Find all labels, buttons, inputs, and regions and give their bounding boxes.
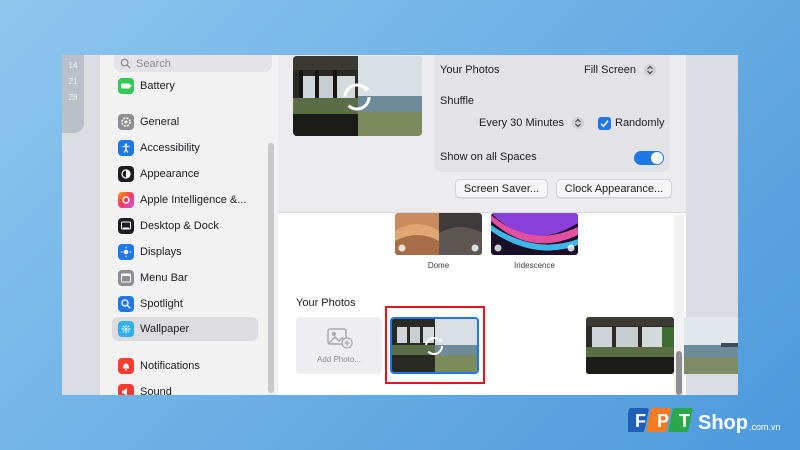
- sidebar-item-label: Notifications: [140, 360, 200, 372]
- spotlight-icon: [118, 296, 134, 312]
- fpt-logo-mark: FPT: [628, 408, 693, 432]
- main-scrollbar-thumb[interactable]: [676, 351, 682, 395]
- current-wallpaper-preview: [293, 56, 422, 136]
- sidebar-item-label: Accessibility: [140, 142, 200, 154]
- fill-mode-value: Fill Screen: [584, 64, 636, 76]
- show-all-spaces-toggle[interactable]: [634, 151, 664, 165]
- sidebar-item-spotlight[interactable]: Spotlight: [112, 292, 258, 316]
- fpt-letter-p: P: [657, 411, 669, 431]
- wallpaper-label-iridescence: Iridescence: [514, 261, 555, 270]
- display-icon: [118, 244, 134, 260]
- updown-chevron-icon: [572, 117, 585, 130]
- fill-mode-select[interactable]: Fill Screen: [584, 64, 657, 77]
- search-icon: [120, 58, 131, 69]
- sidebar-item-desktop-dock[interactable]: Desktop & Dock: [112, 214, 258, 238]
- add-photo-button[interactable]: Add Photo...: [296, 317, 382, 374]
- wallpaper-label-dome: Dome: [427, 261, 450, 270]
- dock-icon: [118, 218, 134, 234]
- section-divider: [278, 212, 686, 213]
- fpt-letter: FPT: [635, 411, 690, 431]
- sidebar-item-menu-bar[interactable]: Menu Bar: [112, 266, 258, 290]
- sidebar-item-wallpaper[interactable]: Wallpaper: [112, 317, 258, 341]
- calendar-widget: 14 21 28: [62, 55, 84, 133]
- battery-icon: [118, 78, 134, 94]
- checkmark-icon: [600, 120, 609, 128]
- apple-intelligence-icon: [118, 192, 134, 208]
- screen-saver-button[interactable]: Screen Saver...: [455, 179, 548, 198]
- sidebar-scrollbar[interactable]: [268, 143, 274, 393]
- calendar-day: 21: [68, 77, 78, 86]
- menu-bar-icon: [118, 270, 134, 286]
- clock-appearance-button-label: Clock Appearance...: [564, 182, 664, 195]
- wallpaper-thumb-iridescence[interactable]: [491, 213, 578, 255]
- notifications-icon: [118, 358, 134, 374]
- search-field[interactable]: Search: [114, 55, 272, 72]
- sidebar-item-label: General: [140, 116, 180, 128]
- shuffle-interval-select[interactable]: Every 30 Minutes: [479, 117, 585, 130]
- add-photo-icon: [327, 328, 353, 349]
- appearance-icon: [118, 166, 134, 182]
- calendar-day: 14: [68, 61, 78, 70]
- wallpaper-icon: [118, 321, 134, 337]
- wallpaper-settings-header: Your Photos Fill Screen Shuffle Every 30…: [278, 55, 686, 212]
- sidebar-item-apple-intelligence[interactable]: Apple Intelligence &...: [112, 188, 258, 212]
- updown-chevron-icon: [644, 64, 657, 77]
- randomly-label: Randomly: [615, 117, 665, 129]
- sidebar-item-label: Displays: [140, 246, 182, 258]
- fpt-letter-t: T: [679, 411, 690, 431]
- sidebar-item-general[interactable]: General: [112, 110, 258, 134]
- sidebar-item-displays[interactable]: Displays: [112, 240, 258, 264]
- sidebar-item-label: Apple Intelligence &...: [140, 194, 247, 206]
- search-placeholder: Search: [136, 57, 171, 70]
- randomly-checkbox[interactable]: [598, 117, 611, 130]
- sidebar-item-label: Wallpaper: [140, 323, 190, 335]
- shuffle-interval-value: Every 30 Minutes: [479, 117, 564, 129]
- sound-icon: [118, 384, 134, 395]
- your-photos-label: Your Photos: [440, 64, 500, 76]
- sidebar-item-accessibility[interactable]: Accessibility: [112, 136, 258, 160]
- your-photos-section-title: Your Photos: [296, 297, 356, 309]
- photo-thumb-seaside[interactable]: [681, 317, 738, 374]
- sidebar-item-appearance[interactable]: Appearance: [112, 162, 258, 186]
- clock-appearance-button[interactable]: Clock Appearance...: [556, 179, 672, 198]
- sidebar-item-label: Battery: [140, 80, 175, 92]
- fpt-letter-f: F: [635, 411, 646, 431]
- brand-domain-text: .com.vn: [749, 422, 781, 432]
- wallpaper-pane: Your Photos Fill Screen Shuffle Every 30…: [278, 55, 738, 395]
- brand-shop-text: Shop: [698, 412, 748, 434]
- screen-saver-button-label: Screen Saver...: [463, 182, 540, 195]
- sidebar: Search Battery General Accessibility App…: [100, 55, 278, 395]
- sidebar-item-sound[interactable]: Sound: [112, 380, 258, 395]
- sidebar-item-label: Sound: [140, 386, 172, 395]
- gear-icon: [118, 114, 134, 130]
- wallpaper-thumb-dome[interactable]: [395, 213, 482, 255]
- show-all-spaces-label: Show on all Spaces: [440, 151, 537, 163]
- sidebar-item-notifications[interactable]: Notifications: [112, 354, 258, 378]
- sidebar-item-label: Appearance: [140, 168, 200, 180]
- photo-options-panel: Your Photos Fill Screen Shuffle Every 30…: [434, 55, 670, 172]
- screenshot-frame: 14 21 28 Search Battery General Accessib…: [62, 55, 738, 395]
- sidebar-item-label: Menu Bar: [140, 272, 188, 284]
- sidebar-item-label: Desktop & Dock: [140, 220, 219, 232]
- shuffle-label: Shuffle: [440, 95, 475, 107]
- add-photo-label: Add Photo...: [316, 355, 362, 364]
- sidebar-item-label: Spotlight: [140, 298, 183, 310]
- calendar-day: 28: [68, 93, 78, 102]
- system-settings-window: Search Battery General Accessibility App…: [100, 55, 738, 395]
- photo-thumb-terrace[interactable]: [586, 317, 674, 374]
- fpt-shop-logo: FPT Shop .com.vn: [628, 404, 781, 434]
- sidebar-item-battery[interactable]: Battery: [112, 74, 258, 98]
- toggle-knob: [651, 152, 663, 164]
- accessibility-icon: [118, 140, 134, 156]
- selection-highlight-box: [385, 306, 485, 384]
